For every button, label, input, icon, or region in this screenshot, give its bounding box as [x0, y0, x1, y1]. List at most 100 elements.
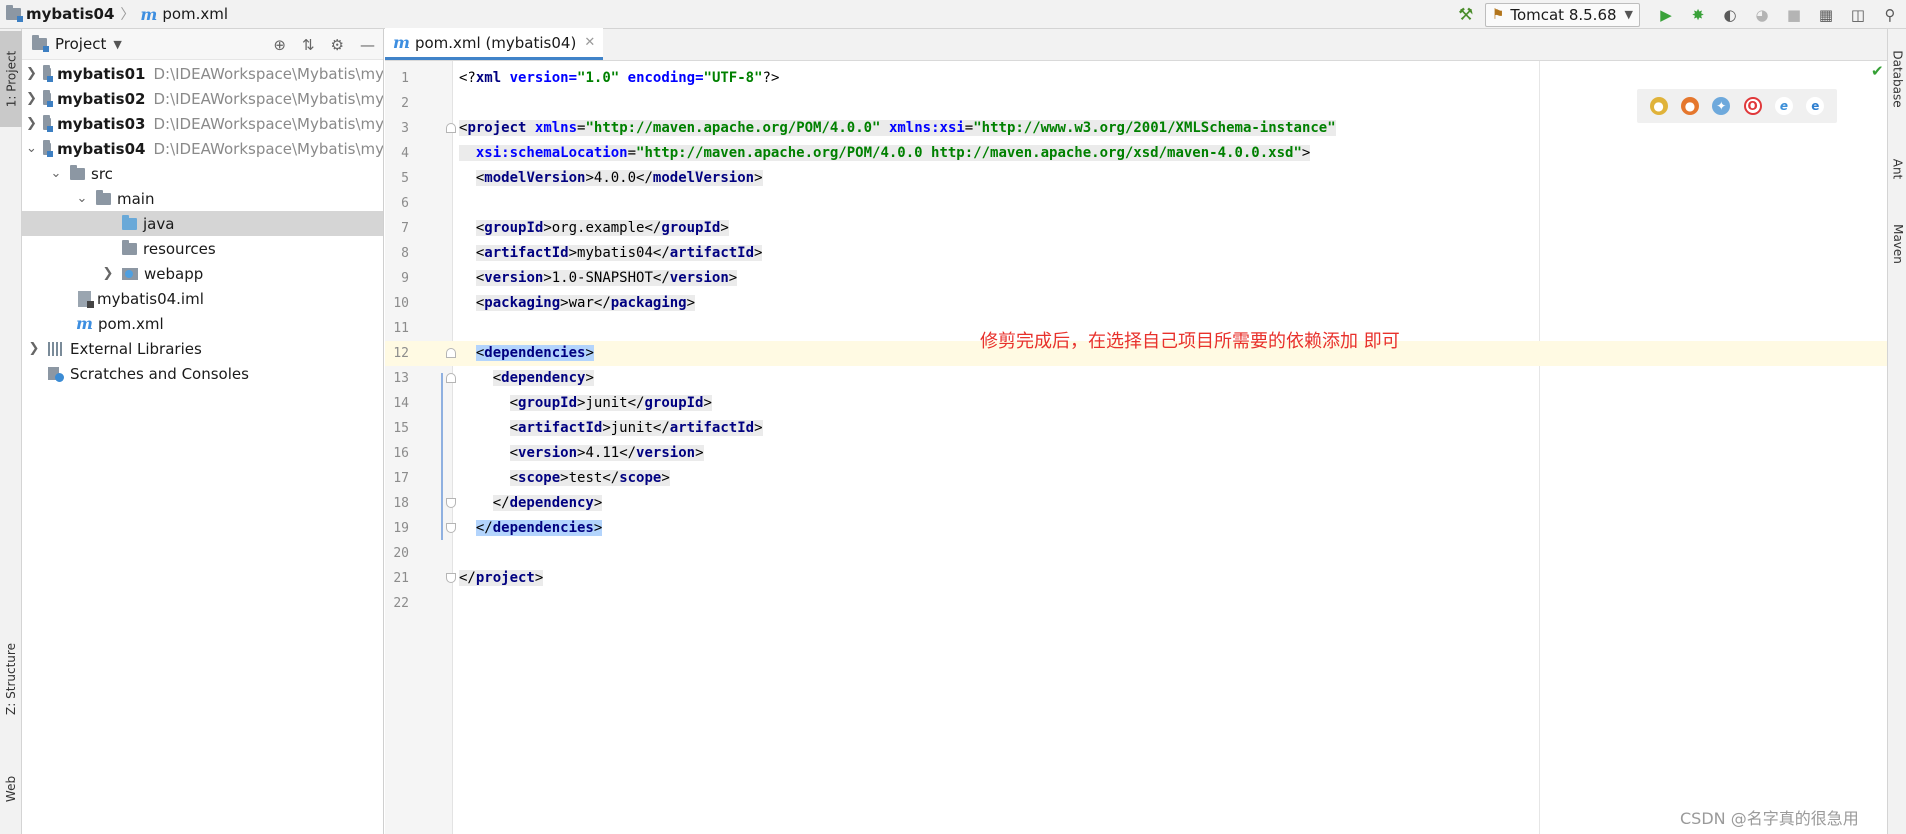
internet-explorer-icon[interactable]: e — [1774, 97, 1793, 115]
stop-icon[interactable]: ■ — [1778, 0, 1810, 29]
inspection-ok-icon[interactable]: ✔ — [1871, 62, 1884, 80]
firefox-icon[interactable]: ● — [1680, 97, 1699, 115]
code-text: <scope>test</scope> — [459, 466, 670, 491]
hide-icon[interactable]: — — [360, 36, 375, 54]
close-icon[interactable]: ✕ — [584, 35, 595, 50]
fold-marker-icon[interactable] — [446, 523, 456, 533]
module-folder-icon — [42, 114, 54, 132]
breadcrumb-file[interactable]: pom.xml — [162, 5, 228, 23]
code-token: version — [509, 70, 569, 86]
chevron-right-icon[interactable]: ❯ — [26, 91, 37, 106]
tag-highlight: <modelVersion>4.0.0</modelVersion> — [475, 170, 763, 186]
module-folder-icon — [42, 89, 54, 107]
ant-tool-tab[interactable]: Ant — [1888, 149, 1906, 189]
toolbar: ⚒ ⚑ Tomcat 8.5.68 ▼ ▶ ✸ ◐ ◕ ■ ▦ ◫ ⚲ — [1451, 0, 1906, 29]
safari-icon[interactable]: ✦ — [1712, 97, 1731, 115]
tree-item-mybatis01[interactable]: ❯ mybatis01 D:\IDEAWorkspace\Mybatis\my — [22, 61, 383, 86]
database-tool-tab-label: Database — [1890, 50, 1905, 108]
chevron-right-icon[interactable]: ❯ — [26, 341, 42, 356]
collapse-all-icon[interactable]: ⇅ — [302, 36, 315, 54]
tree-item-label: mybatis04 — [57, 139, 146, 158]
tree-item-main[interactable]: ⌄ main — [22, 186, 383, 211]
chevron-down-icon[interactable]: ⌄ — [74, 191, 90, 206]
fold-marker-icon[interactable] — [446, 123, 456, 133]
fold-marker-icon[interactable] — [446, 348, 456, 358]
maven-tool-tab[interactable]: Maven — [1888, 209, 1906, 279]
project-panel-title[interactable]: Project — [55, 35, 106, 53]
locate-icon[interactable]: ⊕ — [273, 36, 286, 54]
chevron-down-icon[interactable]: ▼ — [113, 38, 121, 51]
code-token: packaging — [610, 295, 687, 311]
tree-item-mybatis04[interactable]: ⌄ mybatis04 D:\IDEAWorkspace\Mybatis\my — [22, 136, 383, 161]
code-token: artifactId — [669, 420, 755, 436]
chevron-right-icon[interactable]: ❯ — [26, 116, 37, 131]
tree-item-resources[interactable]: resources — [22, 236, 383, 261]
line-number: 11 — [393, 321, 409, 336]
tree-item-external-libraries[interactable]: ❯ External Libraries — [22, 336, 383, 361]
breadcrumb: mybatis04 〉 m pom.xml — [0, 0, 228, 29]
code-text: <artifactId>junit</artifactId> — [459, 416, 763, 441]
chevron-down-icon[interactable]: ⌄ — [48, 166, 64, 181]
code-area[interactable]: 1 <?xml version="1.0" encoding="UTF-8"?>… — [385, 61, 1887, 834]
fold-marker-icon[interactable] — [446, 498, 456, 508]
code-token: 4.0.0 — [593, 170, 637, 186]
code-line: 17 <scope>test</scope> — [385, 466, 1887, 491]
tree-item-path: D:\IDEAWorkspace\Mybatis\my — [153, 89, 384, 108]
project-structure-icon[interactable]: ▦ — [1810, 0, 1842, 29]
edge-icon[interactable]: e — [1806, 97, 1825, 115]
tree-item-src[interactable]: ⌄ src — [22, 161, 383, 186]
line-number: 8 — [401, 246, 409, 261]
code-line: 7 <groupId>org.example</groupId> — [385, 216, 1887, 241]
code-token: groupId — [644, 395, 704, 411]
project-tool-tab[interactable]: 1: Project — [0, 31, 22, 127]
run-configuration-select[interactable]: ⚑ Tomcat 8.5.68 ▼ — [1484, 2, 1640, 27]
chevron-right-icon[interactable]: ❯ — [100, 266, 116, 281]
tree-item-pom[interactable]: m pom.xml — [22, 311, 383, 336]
code-token: "UTF-8" — [703, 70, 763, 86]
code-text: <version>4.11</version> — [459, 441, 704, 466]
coverage-icon[interactable]: ◐ — [1714, 0, 1746, 29]
fold-marker-icon[interactable] — [446, 573, 456, 583]
code-text: <dependency> — [459, 366, 594, 391]
gear-icon[interactable]: ⚙ — [331, 36, 344, 54]
line-number: 10 — [393, 296, 409, 311]
tree-item-java[interactable]: java — [22, 211, 383, 236]
breadcrumb-separator-icon: 〉 — [120, 7, 135, 23]
structure-tool-tab[interactable]: Z: Structure — [0, 629, 22, 729]
tree-item-mybatis02[interactable]: ❯ mybatis02 D:\IDEAWorkspace\Mybatis\my — [22, 86, 384, 111]
tree-item-path: D:\IDEAWorkspace\Mybatis\my — [153, 114, 384, 133]
search-everywhere-icon[interactable]: ⚲ — [1874, 0, 1906, 29]
editor-tabs: m pom.xml (mybatis04) ✕ — [385, 28, 1887, 61]
opera-icon[interactable]: O — [1743, 97, 1762, 115]
tree-item-scratches[interactable]: Scratches and Consoles — [22, 361, 383, 386]
tree-item-label: java — [143, 214, 175, 233]
tree-item-mybatis03[interactable]: ❯ mybatis03 D:\IDEAWorkspace\Mybatis\my — [22, 111, 384, 136]
tree-item-iml[interactable]: mybatis04.iml — [22, 286, 383, 311]
terminal-icon[interactable]: ◫ — [1842, 0, 1874, 29]
code-text: </project> — [459, 566, 544, 591]
tree-item-webapp[interactable]: ❯ webapp — [22, 261, 383, 286]
fold-marker-icon[interactable] — [446, 373, 456, 383]
debug-icon[interactable]: ✸ — [1682, 0, 1714, 29]
chevron-down-icon[interactable]: ⌄ — [26, 141, 37, 156]
database-tool-tab[interactable]: Database — [1888, 39, 1906, 119]
web-tool-tab[interactable]: Web — [0, 759, 22, 819]
chevron-right-icon[interactable]: ❯ — [26, 66, 37, 81]
line-number: 4 — [401, 146, 409, 161]
tab-pom-xml[interactable]: m pom.xml (mybatis04) ✕ — [385, 28, 604, 60]
run-icon[interactable]: ▶ — [1650, 0, 1682, 29]
chrome-icon[interactable]: ● — [1649, 97, 1668, 115]
tree-item-label: Scratches and Consoles — [70, 364, 249, 383]
profile-icon[interactable]: ◕ — [1746, 0, 1778, 29]
code-token: "http://www.w3.org/2001/XMLSchema-instan… — [973, 120, 1336, 136]
code-text: <?xml version="1.0" encoding="UTF-8"?> — [459, 66, 779, 91]
code-token: xsi:schemaLocation — [475, 145, 628, 161]
code-text: <version>1.0-SNAPSHOT</version> — [459, 266, 738, 291]
breadcrumb-project[interactable]: mybatis04 — [26, 5, 114, 23]
left-tool-stripe: 1: Project Z: Structure Web — [0, 29, 22, 834]
tree-item-label: External Libraries — [70, 339, 202, 358]
code-token: = — [568, 70, 578, 86]
build-hammer-icon[interactable]: ⚒ — [1451, 0, 1481, 29]
tree-item-label: mybatis01 — [57, 64, 146, 83]
code-token: <? — [459, 70, 476, 86]
